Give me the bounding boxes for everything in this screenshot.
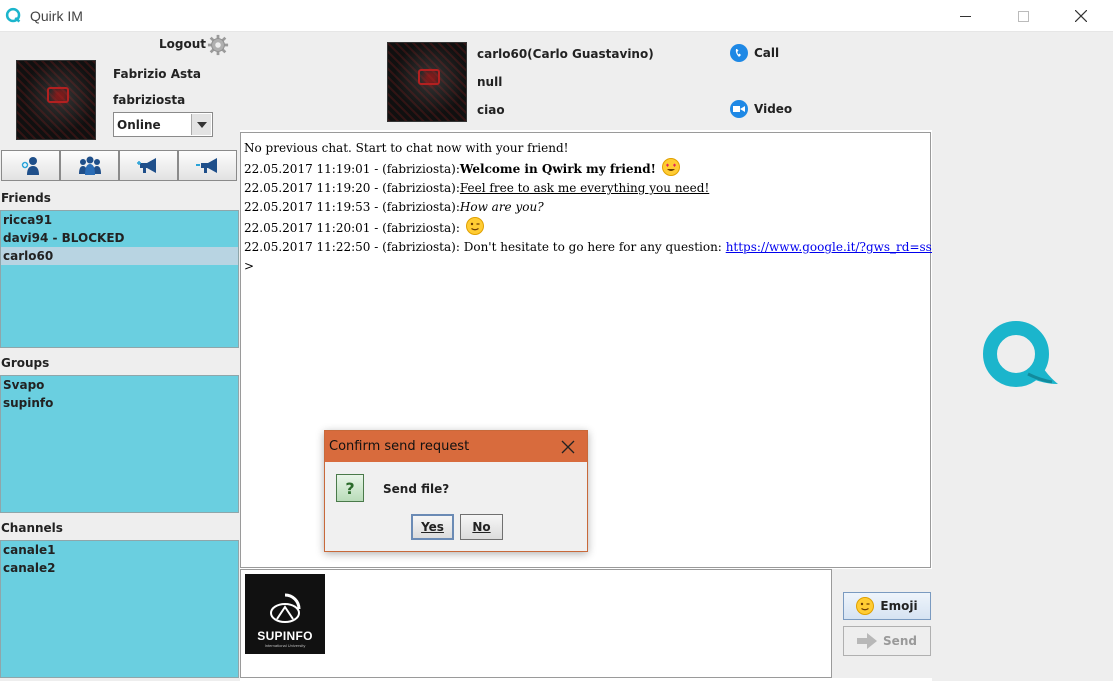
friends-label: Friends: [1, 191, 51, 205]
close-icon: [1075, 10, 1087, 22]
list-item[interactable]: davi94 - BLOCKED: [1, 229, 238, 247]
arrow-right-icon: [857, 633, 878, 649]
list-item[interactable]: carlo60: [1, 247, 238, 265]
channels-label: Channels: [1, 521, 63, 535]
heart-eyes-emoji-icon: [661, 158, 680, 176]
chat-message: 22.05.2017 11:19:01 - (fabriziosta):Welc…: [244, 158, 927, 179]
send-label: Send: [883, 634, 917, 648]
right-sidebar: [932, 32, 1113, 681]
message-meta: 22.05.2017 11:20:01 - (fabriziosta):: [244, 221, 460, 235]
megaphone-icon: [195, 157, 217, 173]
add-friend-button[interactable]: [1, 150, 60, 181]
status-dropdown[interactable]: Online: [113, 112, 213, 137]
action-toolbar: [1, 150, 238, 182]
user-full-name: Fabrizio Asta: [113, 67, 201, 81]
list-item[interactable]: supinfo: [1, 394, 238, 412]
friends-list[interactable]: ricca91 davi94 - BLOCKED carlo60: [0, 210, 239, 348]
maximize-icon: [1017, 10, 1029, 22]
message-link[interactable]: https://www.google.it/?gws_rd=ssl: [726, 240, 936, 254]
user-avatar: [16, 60, 96, 140]
attachment-sublabel: International University: [264, 643, 306, 648]
chevron-down-icon[interactable]: [191, 114, 211, 135]
minimize-button[interactable]: [942, 0, 988, 32]
minimize-icon: [959, 15, 971, 17]
chat-message: 22.05.2017 11:22:50 - (fabriziosta): Don…: [244, 238, 936, 257]
dialog-titlebar: Confirm send request: [325, 431, 587, 462]
dialog-title: Confirm send request: [329, 439, 470, 454]
video-button[interactable]: Video: [730, 100, 792, 118]
attachment-preview: SUPINFO International University: [245, 574, 325, 654]
message-meta: 22.05.2017 11:19:01 - (fabriziosta):: [244, 162, 460, 176]
add-channel-button[interactable]: [119, 150, 178, 181]
contact-header: carlo60(Carlo Guastavino) null ciao Call…: [240, 32, 932, 130]
message-text: Welcome in Qwirk my friend!: [459, 162, 656, 176]
close-icon[interactable]: [561, 436, 575, 459]
left-panel: Logout Fabrizio Asta fabriziosta Online: [0, 32, 240, 681]
groups-list[interactable]: Svapo supinfo: [0, 375, 239, 513]
send-button[interactable]: Send: [843, 626, 931, 656]
dialog-message: Send file?: [383, 482, 450, 496]
logout-link[interactable]: Logout: [159, 37, 206, 51]
app-logo-icon: [5, 7, 21, 23]
chat-message: 22.05.2017 11:19:53 - (fabriziosta):How …: [244, 198, 927, 217]
chat-prompt: >: [244, 259, 255, 273]
contact-mood: ciao: [477, 103, 505, 117]
yes-button[interactable]: Yes: [411, 514, 454, 540]
status-value: Online: [117, 118, 161, 132]
chat-message: 22.05.2017 11:19:20 - (fabriziosta):Feel…: [244, 179, 927, 198]
message-meta: 22.05.2017 11:19:53 - (fabriziosta):: [244, 200, 460, 214]
message-input[interactable]: SUPINFO International University: [240, 569, 832, 678]
supinfo-logo-icon: [270, 593, 301, 623]
join-channel-button[interactable]: [178, 150, 237, 181]
gear-icon[interactable]: [207, 34, 229, 56]
list-item[interactable]: canale1: [1, 541, 238, 559]
chat-intro: No previous chat. Start to chat now with…: [244, 141, 569, 155]
emoji-label: Emoji: [880, 599, 918, 613]
wink-emoji-icon: [465, 217, 484, 235]
wink-emoji-icon: [856, 597, 875, 615]
call-button[interactable]: Call: [730, 44, 779, 62]
quirk-logo-icon: [983, 321, 1058, 387]
emoji-button[interactable]: Emoji: [843, 592, 931, 620]
contact-info: null: [477, 75, 503, 89]
call-label: Call: [754, 46, 780, 60]
window-title: Quirk IM: [30, 8, 83, 24]
add-friend-icon: [21, 156, 39, 175]
contact-avatar: [387, 42, 467, 122]
title-bar: Quirk IM: [0, 0, 1113, 32]
question-icon: ?: [336, 474, 364, 502]
close-button[interactable]: [1058, 0, 1104, 32]
channels-list[interactable]: canale1 canale2: [0, 540, 239, 678]
video-camera-icon: [730, 100, 748, 118]
list-item[interactable]: canale2: [1, 559, 238, 577]
chat-message: 22.05.2017 11:20:01 - (fabriziosta):: [244, 217, 927, 238]
message-text: How are you?: [459, 200, 544, 214]
list-item[interactable]: ricca91: [1, 211, 238, 229]
video-label: Video: [754, 102, 793, 116]
message-text: Feel free to ask me everything you need!: [459, 181, 710, 195]
list-item[interactable]: Svapo: [1, 376, 238, 394]
message-meta: 22.05.2017 11:22:50 - (fabriziosta):: [244, 240, 460, 254]
attachment-label: SUPINFO: [257, 629, 313, 643]
megaphone-icon: [136, 157, 156, 173]
groups-label: Groups: [1, 356, 50, 370]
phone-icon: [730, 44, 748, 62]
contact-name: carlo60(Carlo Guastavino): [477, 47, 654, 61]
message-text: Don't hesitate to go here for any questi…: [463, 240, 722, 254]
compose-actions: Emoji Send: [832, 569, 932, 678]
no-button[interactable]: No: [460, 514, 503, 540]
create-group-button[interactable]: [60, 150, 119, 181]
confirm-dialog: Confirm send request ? Send file? Yes No: [324, 430, 588, 552]
message-meta: 22.05.2017 11:19:20 - (fabriziosta):: [244, 181, 460, 195]
user-username: fabriziosta: [113, 93, 186, 107]
group-icon: [78, 156, 101, 175]
maximize-button[interactable]: [1000, 0, 1046, 32]
